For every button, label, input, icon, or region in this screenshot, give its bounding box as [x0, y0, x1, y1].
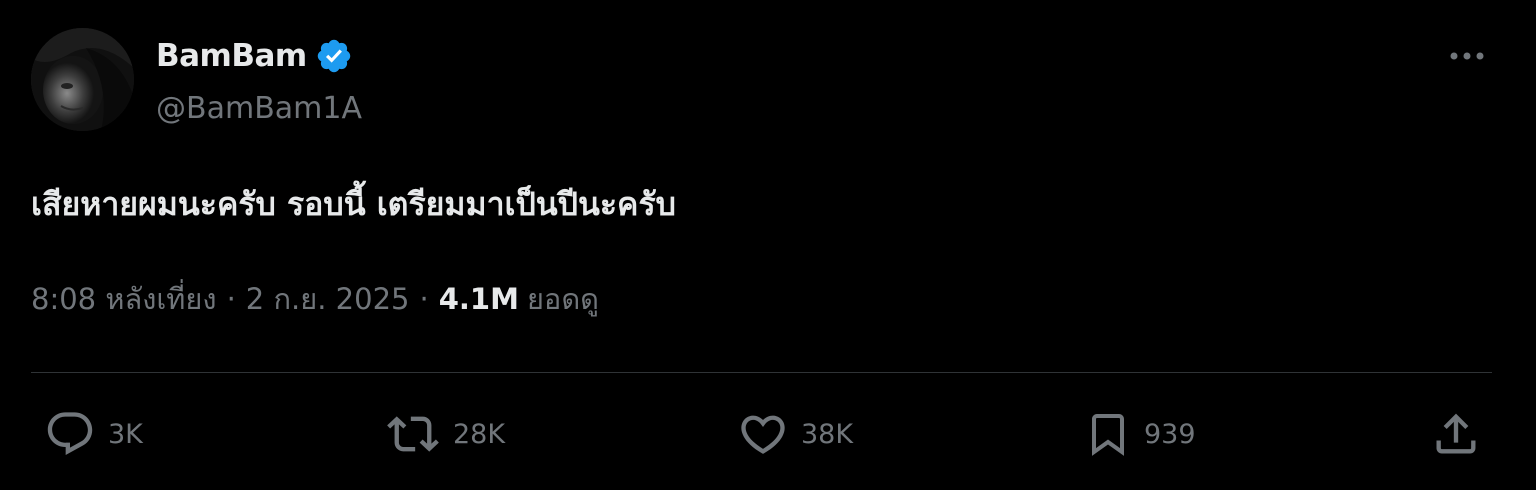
meta-separator: ·	[226, 282, 236, 316]
share-icon	[1436, 413, 1476, 454]
like-count: 38K	[801, 418, 854, 450]
views-count[interactable]: 4.1M	[439, 282, 519, 316]
reply-button[interactable]: 3K	[44, 408, 143, 460]
reply-count: 3K	[108, 418, 143, 450]
heart-icon	[741, 415, 785, 454]
views-label: ยอดดู	[526, 282, 600, 316]
reply-icon	[47, 412, 93, 456]
verified-badge-icon[interactable]	[315, 37, 353, 75]
repost-button[interactable]: 28K	[385, 408, 505, 460]
bookmark-icon	[1092, 414, 1124, 456]
tweet-text: เสียหายผมนะครับ รอบนี้ เตรียมมาเป็นปีนะค…	[31, 185, 676, 223]
repost-icon	[387, 416, 439, 452]
author-handle[interactable]: @BamBam1A	[156, 90, 362, 128]
tweet: BamBam @BamBam1A เสียหายผมนะครับ รอบนี้ …	[0, 0, 1536, 490]
author-name-row: BamBam	[156, 36, 353, 76]
tweet-time[interactable]: 8:08 หลังเที่ยง	[31, 276, 217, 322]
more-horizontal-icon	[1450, 52, 1484, 60]
divider	[31, 372, 1492, 373]
more-options-button[interactable]	[1442, 36, 1492, 76]
avatar[interactable]	[31, 28, 134, 131]
share-button[interactable]	[1430, 408, 1482, 460]
avatar-photo	[31, 28, 134, 131]
author-display-name[interactable]: BamBam	[156, 36, 307, 76]
bookmark-button[interactable]: 939	[1084, 408, 1196, 460]
bookmark-count: 939	[1144, 418, 1196, 450]
like-button[interactable]: 38K	[737, 408, 853, 460]
tweet-meta: 8:08 หลังเที่ยง · 2 ก.ย. 2025 · 4.1M ยอด…	[31, 278, 599, 320]
meta-separator: ·	[419, 282, 429, 316]
repost-count: 28K	[453, 418, 506, 450]
tweet-date[interactable]: 2 ก.ย. 2025	[246, 276, 410, 322]
